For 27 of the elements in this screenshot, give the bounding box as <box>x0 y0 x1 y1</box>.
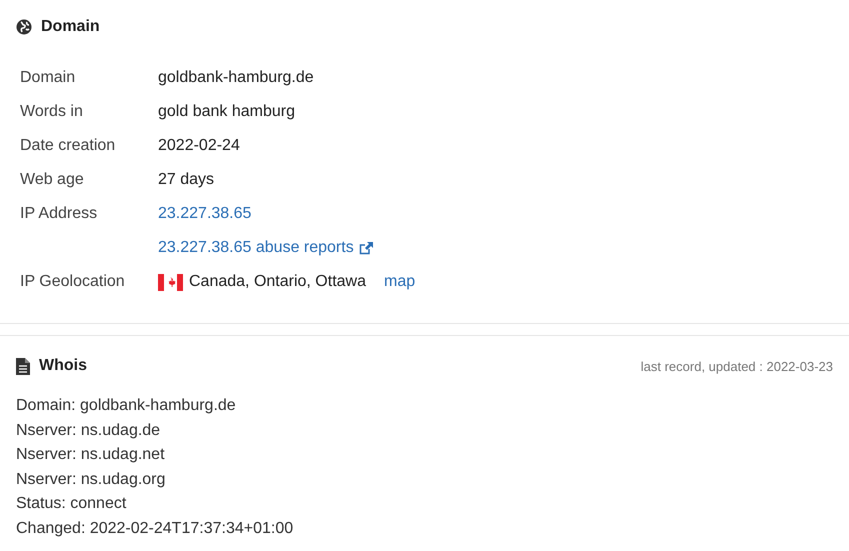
field-value: goldbank-hamburg.de <box>158 69 314 87</box>
section-title: Domain <box>41 18 100 36</box>
section-title: Whois <box>39 357 87 375</box>
field-label: IP Address <box>20 205 98 223</box>
field-label: Date creation <box>20 137 116 155</box>
field-value: 27 days <box>158 171 214 189</box>
field-label: Domain <box>20 69 76 87</box>
whois-line: Domain: goldbank-hamburg.de <box>16 396 237 416</box>
field-label: Words in <box>20 103 83 121</box>
whois-line: Nserver: ns.udag.de <box>16 420 162 441</box>
flag-icon <box>158 274 183 290</box>
updated-text: last record, updated : 2022-03-23 <box>640 358 833 374</box>
whois-line: Changed: 2022-02-24T17:37:34+01:00 <box>16 518 294 539</box>
location-text: Canada, Ontario, Ottawa <box>189 273 366 291</box>
whois-line: Nserver: ns.udag.org <box>16 470 166 490</box>
field-label: Web age <box>20 171 84 189</box>
map-link[interactable]: map <box>384 273 416 291</box>
whois-line: Status: connect <box>16 494 128 514</box>
external-link-icon <box>358 241 374 255</box>
abuse-reports-link[interactable]: 23.227.38.65 abuse reports <box>158 239 374 257</box>
field-value: gold bank hamburg <box>158 103 295 121</box>
whois-line: Nserver: ns.udag.net <box>16 445 166 466</box>
field-value: 2022-02-24 <box>158 137 240 155</box>
ip-link[interactable]: 23.227.38.65 <box>158 205 252 223</box>
globe-icon <box>16 19 32 35</box>
document-icon <box>16 358 30 374</box>
field-label: IP Geolocation <box>20 273 125 291</box>
